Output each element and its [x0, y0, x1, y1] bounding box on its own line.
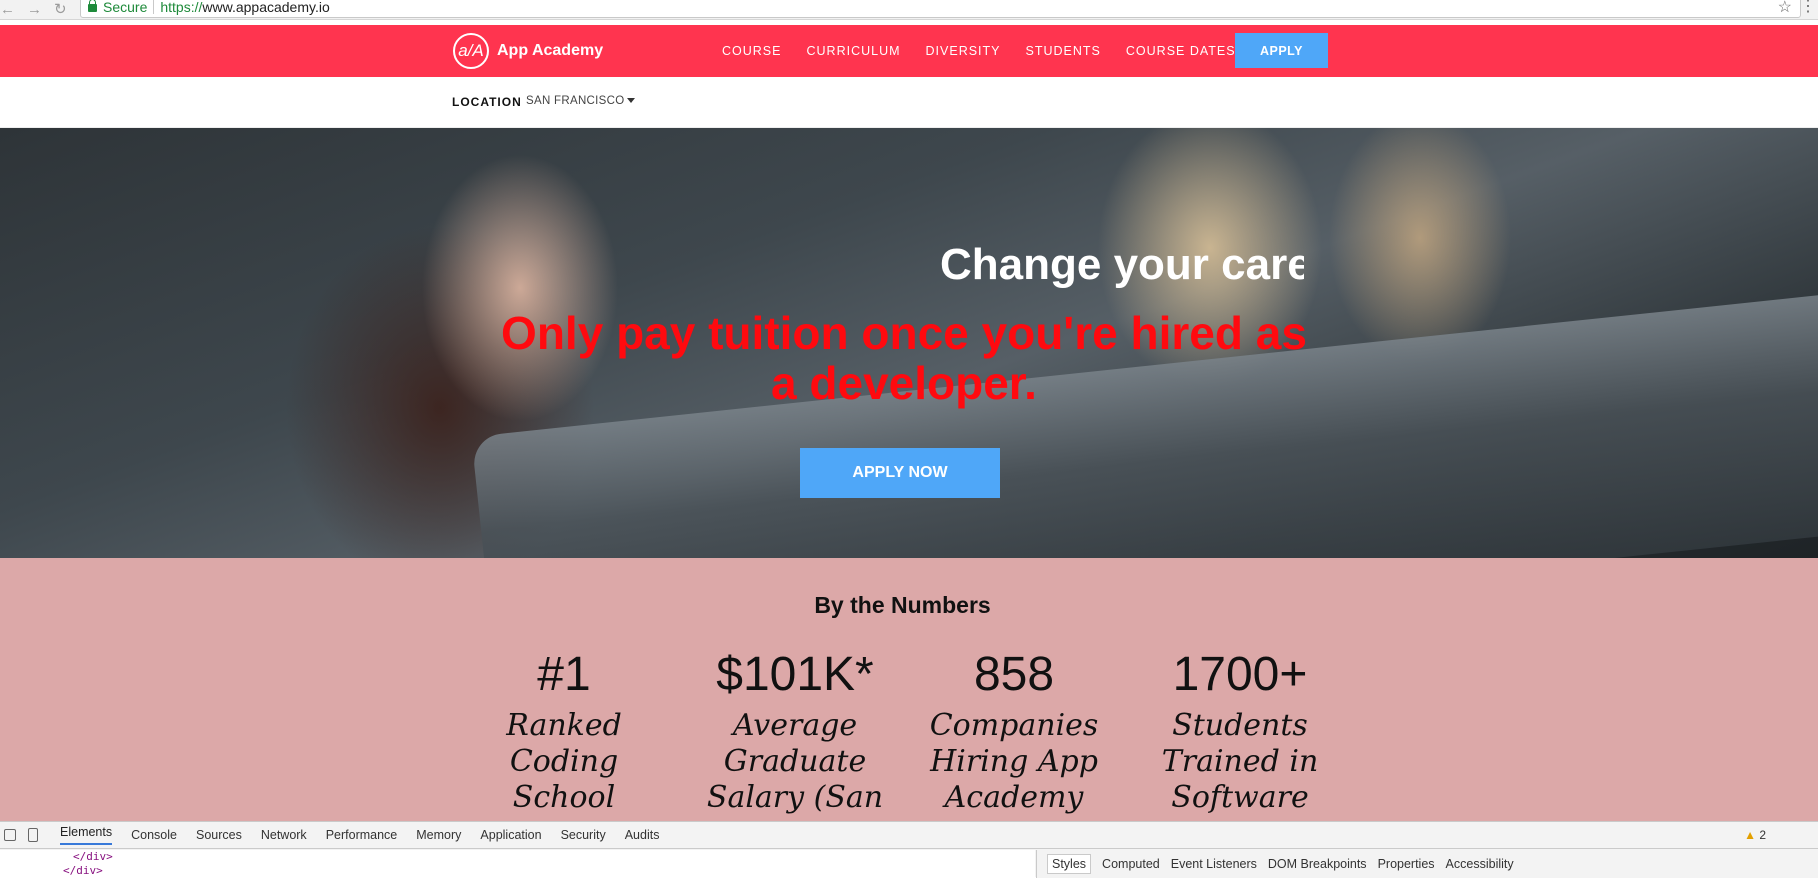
menu-item-diversity[interactable]: DIVERSITY: [926, 44, 1001, 58]
location-value: SAN FRANCISCO: [526, 95, 625, 107]
logo-mark: a/A: [453, 33, 489, 69]
devtools-tabs: Elements Console Sources Network Perform…: [0, 822, 1818, 849]
url-host: www.appacademy.io: [202, 0, 330, 15]
tab-network[interactable]: Network: [261, 828, 307, 842]
location-dropdown[interactable]: SAN FRANCISCO: [526, 95, 636, 107]
warning-icon: ▲: [1744, 828, 1756, 842]
stat-students: 1700+ Students Trained in Software: [1140, 648, 1340, 816]
tab-styles[interactable]: Styles: [1047, 854, 1092, 874]
stat-label-line: Companies: [929, 708, 1099, 743]
logo[interactable]: a/A App Academy: [453, 33, 603, 69]
stat-label-line: Software: [1171, 780, 1309, 815]
stat-label-line: Average: [732, 708, 858, 743]
stat-ranking: #1 Ranked Coding School: [474, 648, 654, 816]
warning-counter[interactable]: ▲ 2: [1744, 828, 1766, 842]
secure-label: Secure: [103, 0, 148, 15]
inspect-icon[interactable]: [4, 829, 16, 841]
tab-security[interactable]: Security: [561, 828, 606, 842]
menu-item-curriculum[interactable]: CURRICULUM: [806, 44, 900, 58]
tab-dom-breakpoints[interactable]: DOM Breakpoints: [1268, 857, 1367, 871]
divider: [153, 0, 155, 14]
stat-label-line: Students: [1172, 708, 1308, 743]
menu-item-course-dates[interactable]: COURSE DATES: [1126, 44, 1236, 58]
tab-elements[interactable]: Elements: [60, 825, 113, 845]
stat-label: Ranked Coding School: [474, 708, 654, 816]
browser-nav-buttons: ← → ↻: [0, 0, 67, 19]
stat-label-line: Trained in: [1161, 744, 1319, 779]
stat-label-line: Ranked: [506, 708, 622, 743]
stat-companies: 858 Companies Hiring App Academy: [924, 648, 1104, 816]
hero-section: Change your care Only pay tuition once y…: [0, 128, 1818, 558]
browser-menu-icon[interactable]: ⋮: [1800, 0, 1816, 16]
warning-count: 2: [1759, 828, 1766, 842]
tab-performance[interactable]: Performance: [326, 828, 398, 842]
stat-salary: $101K* Average Graduate Salary (San: [690, 648, 900, 816]
stat-label-line: Hiring App: [930, 744, 1098, 779]
reload-icon[interactable]: ↻: [54, 0, 67, 18]
stat-label-line: Graduate: [723, 744, 867, 779]
devtools-panel: Elements Console Sources Network Perform…: [0, 821, 1818, 878]
stat-value: 858: [973, 648, 1055, 701]
menu-item-course[interactable]: COURSE: [722, 44, 781, 58]
tab-console[interactable]: Console: [131, 828, 177, 842]
stat-label: Average Graduate Salary (San: [690, 708, 900, 816]
device-toolbar-icon[interactable]: [28, 828, 38, 842]
hero-subtitle: Only pay tuition once you're hired as a …: [501, 307, 1307, 409]
back-icon[interactable]: ←: [0, 1, 15, 18]
tab-application[interactable]: Application: [480, 828, 541, 842]
url-protocol: https://: [160, 0, 203, 15]
apply-now-button[interactable]: APPLY NOW: [800, 448, 1000, 498]
tab-audits[interactable]: Audits: [625, 828, 660, 842]
location-label: LOCATION: [452, 95, 522, 109]
forward-icon[interactable]: →: [27, 1, 42, 18]
apply-button[interactable]: APPLY: [1235, 33, 1328, 68]
stat-label-line: Salary (San: [706, 780, 884, 815]
stat-label-line: Coding: [509, 744, 619, 779]
stat-label-line: School: [512, 780, 616, 815]
tab-computed[interactable]: Computed: [1102, 857, 1160, 871]
menu-item-students[interactable]: STUDENTS: [1026, 44, 1101, 58]
code-line: </div>: [73, 850, 113, 863]
stat-label: Companies Hiring App Academy: [924, 708, 1104, 816]
code-line: </div>: [63, 864, 103, 877]
main-menu: COURSE CURRICULUM DIVERSITY STUDENTS COU…: [722, 25, 1261, 77]
tab-memory[interactable]: Memory: [416, 828, 461, 842]
numbers-section: By the Numbers #1 Ranked Coding School $…: [0, 558, 1818, 821]
caret-down-icon: [627, 98, 636, 104]
tab-accessibility[interactable]: Accessibility: [1446, 857, 1514, 871]
bookmark-star-icon[interactable]: ☆: [1778, 0, 1792, 17]
hero-title: Change your care: [940, 240, 1304, 289]
stat-value: 1700+: [1172, 648, 1308, 701]
stat-label-line: Academy: [944, 780, 1084, 815]
tab-event-listeners[interactable]: Event Listeners: [1171, 857, 1257, 871]
site-header: a/A App Academy COURSE CURRICULUM DIVERS…: [0, 25, 1818, 77]
address-bar[interactable]: Secure https:// www.appacademy.io: [80, 0, 1801, 18]
elements-tree[interactable]: </div> </div>: [0, 850, 1035, 878]
lock-icon: [88, 0, 97, 12]
logo-text: App Academy: [497, 42, 604, 59]
stat-value: $101K*: [716, 648, 874, 701]
browser-toolbar: ← → ↻ Secure https:// www.appacademy.io …: [0, 0, 1818, 20]
location-bar: LOCATION SAN FRANCISCO: [0, 77, 1818, 128]
tab-properties[interactable]: Properties: [1378, 857, 1435, 871]
devtools-side-tabs: Styles Computed Event Listeners DOM Brea…: [1036, 850, 1818, 878]
tab-sources[interactable]: Sources: [196, 828, 242, 842]
numbers-title: By the Numbers: [814, 592, 991, 618]
stat-label: Students Trained in Software: [1140, 708, 1340, 816]
stat-value: #1: [537, 648, 591, 701]
